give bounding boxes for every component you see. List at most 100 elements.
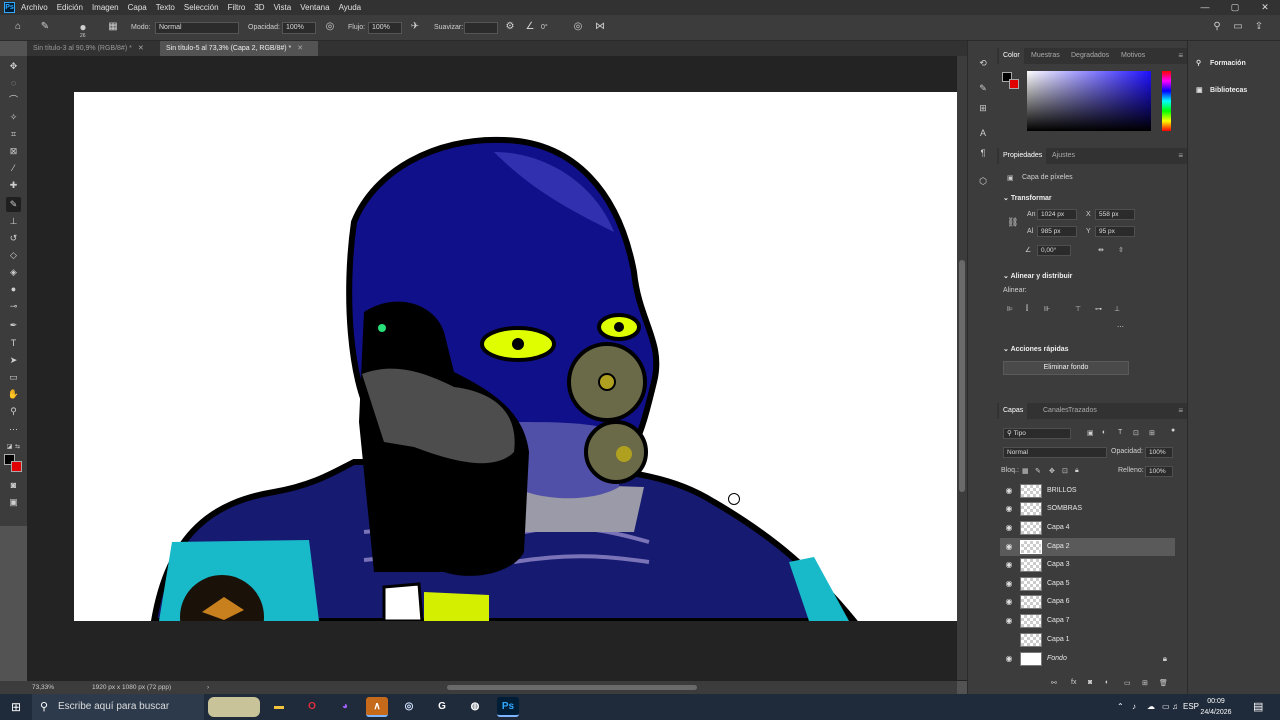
vertical-scroll-thumb[interactable] (959, 260, 965, 492)
fill-field[interactable]: 100% (1145, 466, 1173, 477)
app-g-icon[interactable]: G (431, 697, 453, 717)
eraser-tool-icon[interactable]: ◇ (6, 248, 21, 263)
tab-degradados[interactable]: Degradados (1067, 48, 1113, 64)
align-center-icon[interactable]: ⫿ (1026, 305, 1028, 313)
clone-stamp-icon[interactable]: ⊥ (6, 214, 21, 229)
path-select-icon[interactable]: ➤ (6, 353, 21, 368)
eye-icon[interactable]: ◉ (1004, 542, 1014, 552)
eye-icon[interactable]: ◉ (1004, 523, 1014, 533)
delete-layer-icon[interactable]: 🗑︎ (1159, 679, 1168, 687)
swap-colors-icon[interactable]: ⇆ (10, 440, 25, 455)
tab-capas[interactable]: Capas (999, 403, 1028, 419)
link-dimensions-icon[interactable]: ⛓ (1007, 217, 1018, 228)
pen-tool-icon[interactable]: ✒ (6, 318, 21, 333)
layer-row[interactable]: ◉ Capa 1 (1000, 631, 1175, 649)
layer-row[interactable]: ◉ Capa 4 (1000, 519, 1175, 537)
eye-icon[interactable]: ◉ (1004, 597, 1014, 607)
photoshop-taskbar-icon[interactable]: Ps (497, 697, 519, 717)
align-right-icon[interactable]: ⊪ (1044, 305, 1050, 313)
lock-all-icon[interactable]: 🔒︎ (1075, 467, 1079, 475)
filter-pixel-icon[interactable]: ▣ (1087, 429, 1094, 437)
new-layer-icon[interactable]: ⊞ (1142, 679, 1148, 687)
hand-tool-icon[interactable]: ✋ (6, 387, 21, 402)
filter-smart-icon[interactable]: ⊞ (1149, 429, 1155, 437)
doc-tab-2[interactable]: Sin título-5 al 73,3% (Capa 2, RGB/8#) *… (160, 41, 318, 56)
eyedropper-icon[interactable]: ⁄ (6, 161, 21, 176)
history-panel-icon[interactable]: ⟲ (976, 56, 990, 70)
windows-start-icon[interactable]: ⊞ (0, 694, 32, 720)
more-align-icon[interactable]: ⋯ (1117, 323, 1124, 331)
menu-ventana[interactable]: Ventana (300, 3, 329, 12)
quick-actions-section-title[interactable]: ⌄ Acciones rápidas (1003, 345, 1069, 353)
eye-hidden-icon[interactable]: ◉ (1004, 635, 1014, 645)
brush-preset-icon[interactable]: ✎ (38, 20, 52, 34)
close-icon[interactable]: ✕ (1250, 0, 1280, 15)
color-bg-swatch[interactable] (1009, 79, 1019, 89)
type-tool-icon[interactable]: T (6, 336, 21, 351)
taskbar-clock[interactable]: 00:09 24/4/2026 (1196, 696, 1236, 718)
menu-archivo[interactable]: Archivo (21, 3, 48, 12)
eye-icon[interactable]: ◉ (1004, 579, 1014, 589)
dodge-tool-icon[interactable]: ⊸ (6, 299, 21, 314)
status-arrow-icon[interactable]: › (207, 681, 209, 694)
close-tab-icon[interactable]: ✕ (297, 45, 303, 52)
search-highlight-image[interactable] (208, 697, 260, 717)
filter-type-icon[interactable]: T (1118, 429, 1122, 436)
horizontal-scroll-thumb[interactable] (447, 685, 697, 690)
paint-bucket-icon[interactable]: ◈ (6, 265, 21, 280)
polygonal-lasso-icon[interactable]: ⌒ (6, 93, 21, 108)
smoothing-field[interactable] (464, 22, 498, 34)
align-section-title[interactable]: ⌄ Alinear y distribuir (1003, 272, 1072, 280)
properties-menu-icon[interactable]: ≡ (1178, 148, 1183, 164)
align-bottom-icon[interactable]: ⊥ (1114, 305, 1120, 313)
align-top-icon[interactable]: ⊤ (1075, 305, 1081, 313)
adjustments-panel-icon[interactable]: ⊞ (976, 101, 990, 115)
minimize-icon[interactable]: — (1190, 0, 1220, 15)
healing-brush-icon[interactable]: ✚ (6, 178, 21, 193)
libraries-item[interactable]: ▣ Bibliotecas (1196, 86, 1247, 94)
move-tool-icon[interactable]: ✥ (6, 59, 21, 74)
x-field[interactable]: 558 px (1095, 209, 1135, 220)
share-icon[interactable]: ⇪ (1252, 20, 1266, 34)
tab-color[interactable]: Color (999, 48, 1024, 64)
layers-menu-icon[interactable]: ≡ (1178, 403, 1183, 419)
symmetry-icon[interactable]: ⋈ (593, 20, 607, 34)
airbrush-icon[interactable]: ✈ (408, 20, 422, 34)
brush-settings-icon[interactable]: ▦ (106, 20, 120, 34)
filter-adjustment-icon[interactable]: ◐ (1102, 429, 1106, 436)
color-picker-field[interactable] (1027, 71, 1151, 131)
3d-panel-icon[interactable]: ⬡ (976, 174, 990, 188)
tab-ajustes[interactable]: Ajustes (1048, 148, 1079, 164)
learn-item[interactable]: ⚲ Formación (1196, 59, 1246, 67)
zoom-tool-icon[interactable]: ⚲ (6, 404, 21, 419)
opera-icon[interactable]: O (301, 697, 323, 717)
angle-value[interactable]: 0° (541, 21, 548, 35)
tab-muestras[interactable]: Muestras (1027, 48, 1064, 64)
blend-mode-select[interactable]: Normal (1003, 447, 1107, 458)
taskbar-search[interactable]: ⚲ Escribe aquí para buscar (32, 694, 204, 720)
paragraph-panel-icon[interactable]: ¶ (976, 146, 990, 160)
menu-edicion[interactable]: Edición (57, 3, 83, 12)
vertical-scrollbar[interactable] (957, 56, 967, 680)
gear-icon[interactable]: ⚙ (503, 20, 517, 34)
lasso-tool-icon[interactable]: ◌ (6, 76, 21, 91)
angle-icon[interactable]: ∠ (523, 20, 537, 34)
remove-background-button[interactable]: Eliminar fondo (1003, 361, 1129, 375)
menu-ayuda[interactable]: Ayuda (339, 3, 362, 12)
align-left-icon[interactable]: ⊫ (1007, 305, 1013, 313)
quick-select-icon[interactable]: ✧ (6, 110, 21, 125)
filter-toggle-icon[interactable]: ● (1171, 427, 1175, 434)
width-field[interactable]: 1024 px (1037, 209, 1077, 220)
layer-row[interactable]: ◉ Fondo 🔒︎ (1000, 650, 1175, 668)
color-panel-menu-icon[interactable]: ≡ (1178, 48, 1183, 64)
tab-trazados[interactable]: Trazados (1064, 403, 1101, 419)
notifications-icon[interactable]: ▤ (1253, 694, 1263, 720)
lock-transparent-icon[interactable]: ▦ (1022, 467, 1029, 475)
doc-tab-1[interactable]: Sin título-3 al 90,9% (RGB/8#) * ✕ (27, 41, 159, 56)
layer-row[interactable]: ◉ Capa 5 (1000, 575, 1175, 593)
height-field[interactable]: 985 px (1037, 226, 1077, 237)
background-color-swatch[interactable] (11, 461, 22, 472)
y-field[interactable]: 95 px (1095, 226, 1135, 237)
app-icon[interactable]: ∧ (366, 697, 388, 717)
volume-icon[interactable]: ♫ (1172, 694, 1178, 720)
